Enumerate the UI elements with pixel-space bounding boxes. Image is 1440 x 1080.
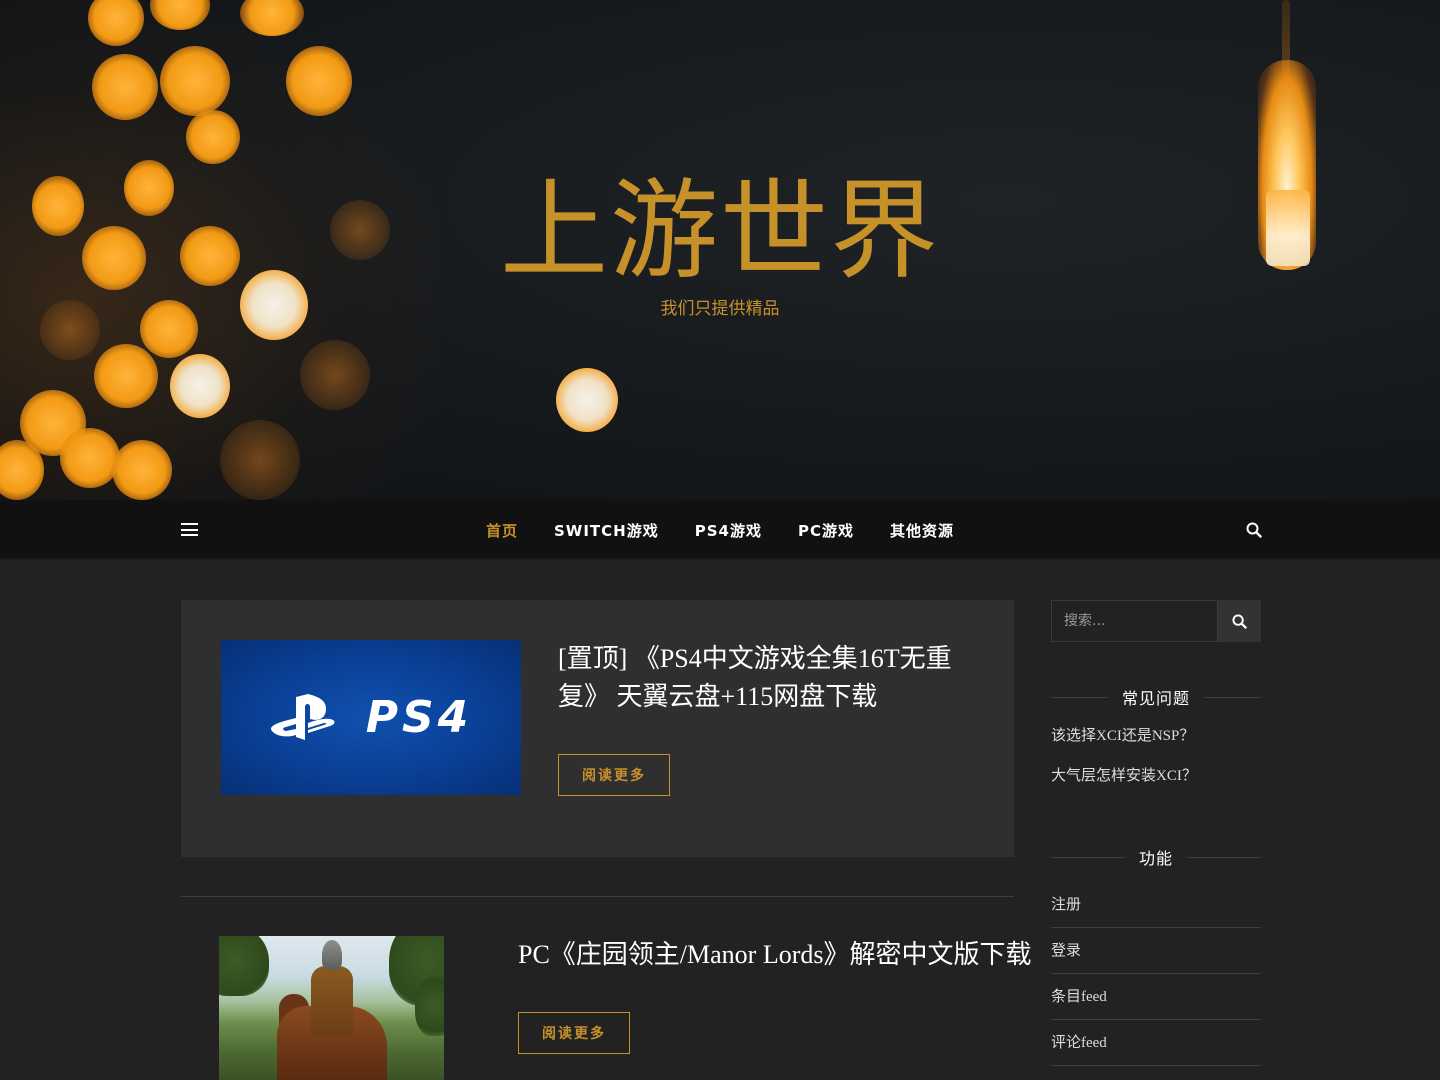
post-title-line: [置顶] 《PS4中文游戏全集16T无重 bbox=[558, 644, 952, 673]
bokeh-light bbox=[92, 54, 158, 120]
post-title[interactable]: PC《庄园领主/Manor Lords》解密中文版下载 bbox=[518, 936, 1032, 974]
bokeh-light bbox=[160, 46, 230, 116]
bokeh-light bbox=[186, 110, 240, 164]
nav-item-other[interactable]: 其他资源 bbox=[890, 520, 954, 541]
ps4-wordmark: PS4 bbox=[365, 692, 473, 743]
nav-item-pc[interactable]: PC游戏 bbox=[798, 520, 854, 541]
read-more-button[interactable]: 阅读更多 bbox=[558, 754, 670, 796]
faq-link[interactable]: 大气层怎样安装XCI？ bbox=[1051, 764, 1197, 785]
site-title[interactable]: 上游世界 bbox=[0, 172, 1440, 292]
nav-item-home[interactable]: 首页 bbox=[486, 520, 518, 541]
bokeh-light bbox=[60, 428, 120, 488]
function-link-login[interactable]: 登录 bbox=[1051, 928, 1261, 974]
search-input[interactable] bbox=[1051, 600, 1218, 642]
playstation-logo-icon bbox=[270, 693, 335, 740]
search-icon[interactable] bbox=[1246, 522, 1262, 538]
nav-item-ps4[interactable]: PS4游戏 bbox=[695, 520, 762, 541]
read-more-button[interactable]: 阅读更多 bbox=[518, 1012, 630, 1054]
function-link-entries-feed[interactable]: 条目feed bbox=[1051, 974, 1261, 1020]
post-thumbnail-manor-lords[interactable] bbox=[219, 936, 444, 1080]
bokeh-light bbox=[300, 340, 370, 410]
site-tagline: 我们只提供精品 bbox=[660, 299, 780, 319]
functions-widget-title: 功能 bbox=[1051, 845, 1262, 869]
function-link-register[interactable]: 注册 bbox=[1051, 882, 1261, 928]
nav-menu: 首页 SWITCH游戏 PS4游戏 PC游戏 其他资源 bbox=[0, 500, 1440, 560]
function-link-comments-feed[interactable]: 评论feed bbox=[1051, 1020, 1261, 1066]
faq-widget-title: 常见问题 bbox=[1051, 685, 1262, 709]
post-title-line: 复》 天翼云盘+115网盘下载 bbox=[558, 682, 878, 711]
bokeh-light bbox=[286, 46, 352, 116]
faq-link[interactable]: 该选择XCI还是NSP？ bbox=[1051, 724, 1194, 745]
widget-title-text: 常见问题 bbox=[1122, 689, 1191, 708]
bokeh-light bbox=[556, 368, 618, 432]
bokeh-light bbox=[220, 420, 300, 500]
bokeh-light bbox=[170, 354, 230, 418]
post-divider bbox=[181, 896, 1014, 897]
post-title[interactable]: [置顶] 《PS4中文游戏全集16T无重 复》 天翼云盘+115网盘下载 bbox=[558, 640, 978, 716]
hero-banner: 上游世界 我们只提供精品 bbox=[0, 0, 1440, 500]
post-thumbnail-ps4[interactable]: PS4 bbox=[221, 640, 521, 795]
bokeh-light bbox=[94, 344, 158, 408]
search-button[interactable] bbox=[1218, 600, 1261, 642]
widget-title-text: 功能 bbox=[1139, 849, 1174, 868]
nav-item-switch[interactable]: SWITCH游戏 bbox=[554, 520, 659, 541]
sidebar-search bbox=[1051, 600, 1261, 642]
bokeh-light bbox=[112, 440, 172, 500]
search-icon bbox=[1232, 613, 1247, 629]
